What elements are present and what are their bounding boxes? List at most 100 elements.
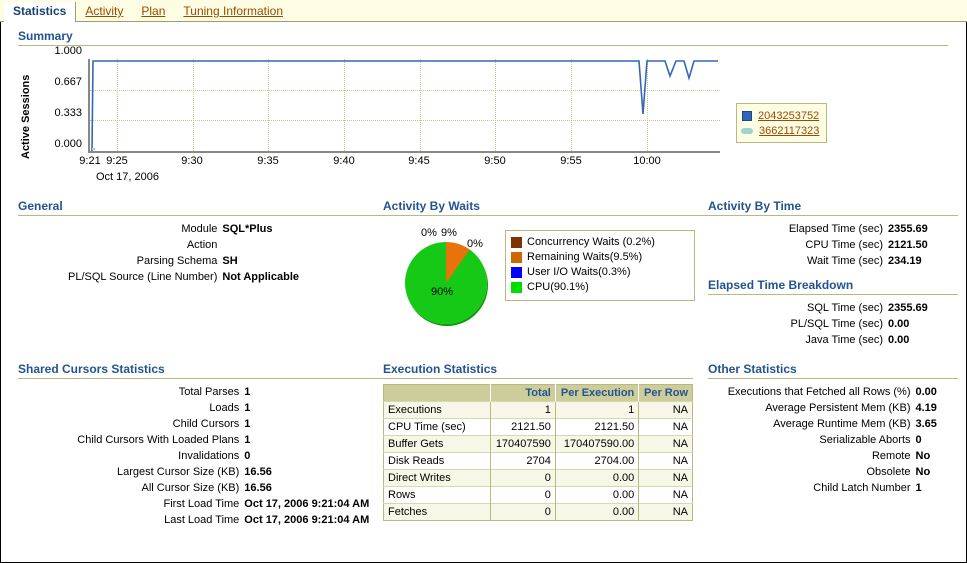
pie-legend-label-cpu: CPU(90.1%) [527,280,589,295]
sc-value-invalidations: 0 [244,448,383,464]
general-row-action: Action [18,237,383,253]
os-value-child-latch-number: 1 [916,480,959,496]
pie-label-cpu: 90% [431,286,453,298]
os-label-serializable-aborts: Serializable Aborts [708,432,916,448]
general-row-plsql-source: PL/SQL Source (Line Number) Not Applicab… [18,269,383,285]
y-tick-1000: 1.000 [40,45,82,57]
x-tick-925: 9:25 [106,155,127,167]
pie-label-concurrency: 0% [421,227,437,239]
sc-label-all-cursor: All Cursor Size (KB) [18,480,244,496]
general-value-module: SQL*Plus [222,221,383,237]
activity-by-waits-section: Activity By Waits 0% 9% 0% 90% Concurren… [383,199,708,348]
x-tick-945: 9:45 [408,155,429,167]
x-tick-921: 9:21 [79,155,100,167]
sc-value-child-cursors-loaded: 1 [244,432,383,448]
legend-dash-icon [741,128,753,134]
chart-legend-item-1[interactable]: 2043253752 [742,108,819,123]
x-tick-935: 9:35 [257,155,278,167]
abt-value-elapsed: 2355.69 [888,221,958,237]
sc-value-child-cursors: 1 [244,416,383,432]
pie-legend: Concurrency Waits (0.2%) Remaining Waits… [505,230,695,301]
elapsed-time-breakdown-table: SQL Time (sec) 2355.69 PL/SQL Time (sec)… [708,300,958,348]
os-row-child-latch-number: Child Latch Number 1 [708,480,958,496]
shared-cursors-heading: Shared Cursors Statistics [18,362,383,379]
x-tick-950: 9:50 [484,155,505,167]
sc-label-child-cursors-loaded: Child Cursors With Loaded Plans [18,432,244,448]
table-row: Buffer Gets 170407590 170407590.00 NA [384,436,693,453]
etb-label-sql: SQL Time (sec) [708,300,888,316]
exec-label-disk-reads: Disk Reads [384,453,491,470]
abt-value-cpu: 2121.50 [888,237,958,253]
stats-row-1: General Module SQL*Plus Action Parsing S… [0,199,967,348]
chart-series-svg [90,59,720,151]
other-statistics-heading: Other Statistics [708,362,958,379]
tab-tuning-information-link[interactable]: Tuning Information [183,4,283,18]
sc-row-last-load-time: Last Load Time Oct 17, 2006 9:21:04 AM [18,512,383,528]
exec-total-disk-reads: 2704 [491,453,556,470]
series-line-2043253752 [92,61,718,151]
pie-legend-item-userio: User I/O Waits(0.3%) [511,265,689,280]
tab-plan[interactable]: Plan [132,2,174,21]
exec-total-direct-writes: 0 [491,470,556,487]
general-label-module: Module [18,221,222,237]
sc-label-child-cursors: Child Cursors [18,416,244,432]
sc-value-total-parses: 1 [244,384,383,400]
sc-row-invalidations: Invalidations 0 [18,448,383,464]
activity-by-time-heading: Activity By Time [708,199,958,216]
abt-row-cpu: CPU Time (sec) 2121.50 [708,237,958,253]
sc-value-last-load-time: Oct 17, 2006 9:21:04 AM [244,512,383,528]
tab-activity[interactable]: Activity [76,2,132,21]
pie-legend-item-remaining: Remaining Waits(9.5%) [511,250,689,265]
chart-plot-area [88,59,720,153]
x-tick-955: 9:55 [560,155,581,167]
chart-legend: 2043253752 3662117323 [736,103,827,143]
chart-y-ticks: 1.000 0.667 0.333 0.000 [36,51,82,155]
chart-legend-link-1[interactable]: 2043253752 [758,110,819,122]
abt-label-wait: Wait Time (sec) [708,253,888,269]
pie-legend-item-concurrency: Concurrency Waits (0.2%) [511,235,689,250]
other-statistics-section: Other Statistics Executions that Fetched… [708,362,958,528]
etb-label-java: Java Time (sec) [708,332,888,348]
etb-row-plsql: PL/SQL Time (sec) 0.00 [708,316,958,332]
os-value-remote: No [916,448,959,464]
exec-perexec-cpu-time: 2121.50 [555,419,638,436]
general-label-action: Action [18,237,222,253]
chart-legend-item-2[interactable]: 3662117323 [742,123,819,138]
tab-statistics[interactable]: Statistics [4,2,76,22]
sc-row-child-cursors-loaded: Child Cursors With Loaded Plans 1 [18,432,383,448]
general-row-parsing-schema: Parsing Schema SH [18,253,383,269]
exec-total-rows: 0 [491,487,556,504]
os-label-child-latch-number: Child Latch Number [708,480,916,496]
x-tick-930: 9:30 [181,155,202,167]
exec-header-row: Total Per Execution Per Row [384,385,693,402]
tab-plan-link[interactable]: Plan [141,4,165,18]
stats-row-2: Shared Cursors Statistics Total Parses 1… [0,362,967,528]
os-label-obsolete: Obsolete [708,464,916,480]
tab-activity-link[interactable]: Activity [85,4,123,18]
os-row-serializable-aborts: Serializable Aborts 0 [708,432,958,448]
general-table: Module SQL*Plus Action Parsing Schema SH… [18,221,383,285]
sc-label-invalidations: Invalidations [18,448,244,464]
execution-statistics-section: Execution Statistics Total Per Execution… [383,362,708,528]
general-value-parsing-schema: SH [222,253,383,269]
etb-row-sql: SQL Time (sec) 2355.69 [708,300,958,316]
exec-col-blank [384,385,491,402]
sc-value-first-load-time: Oct 17, 2006 9:21:04 AM [244,496,383,512]
pie-legend-label-remaining: Remaining Waits(9.5%) [527,250,642,265]
abt-row-wait: Wait Time (sec) 234.19 [708,253,958,269]
exec-label-fetches: Fetches [384,504,491,521]
exec-perexec-direct-writes: 0.00 [555,470,638,487]
os-row-obsolete: Obsolete No [708,464,958,480]
chart-legend-link-2[interactable]: 3662117323 [759,125,819,137]
os-label-fetched-all-rows: Executions that Fetched all Rows (%) [708,384,916,400]
tab-tuning-information[interactable]: Tuning Information [174,2,292,21]
exec-col-per-execution: Per Execution [555,385,638,402]
sc-label-loads: Loads [18,400,244,416]
os-label-runtime-mem: Average Runtime Mem (KB) [708,416,916,432]
general-value-plsql-source: Not Applicable [222,269,383,285]
legend-swatch-remaining-icon [511,252,522,263]
exec-perexec-disk-reads: 2704.00 [555,453,638,470]
exec-perexec-buffer-gets: 170407590.00 [555,436,638,453]
sc-row-child-cursors: Child Cursors 1 [18,416,383,432]
abt-label-elapsed: Elapsed Time (sec) [708,221,888,237]
